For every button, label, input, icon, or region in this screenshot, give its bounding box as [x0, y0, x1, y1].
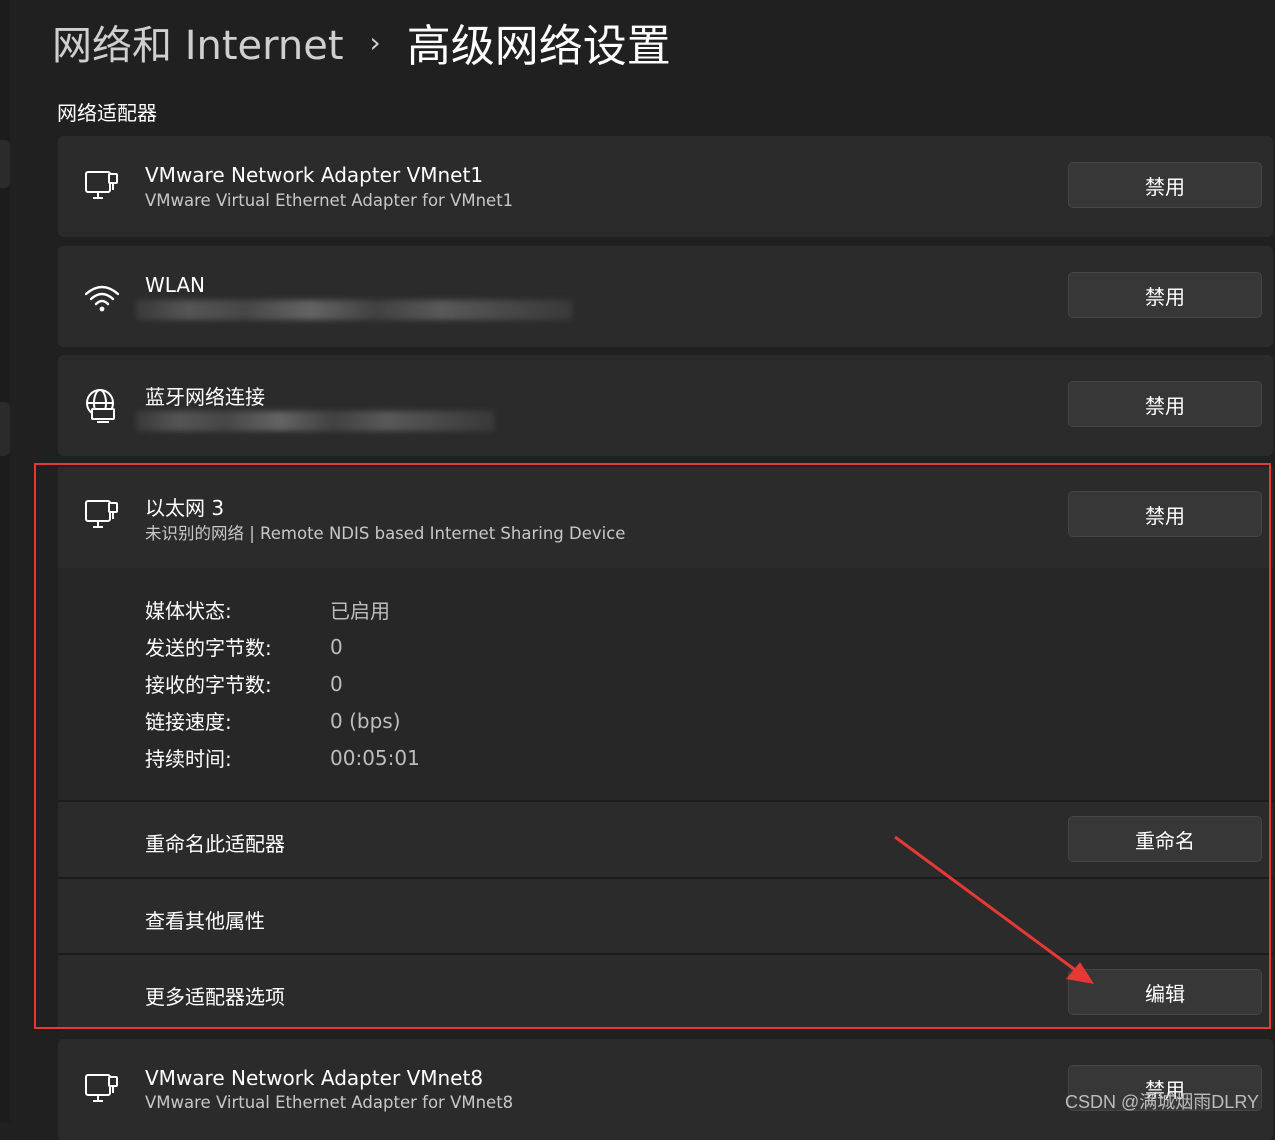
disable-button[interactable]: 禁用 [1068, 491, 1262, 537]
left-nav-edge [0, 0, 10, 1122]
adapter-name: 蓝牙网络连接 [145, 385, 265, 409]
ethernet-icon [85, 171, 118, 199]
property-label: 媒体状态: [145, 599, 232, 623]
rename-button[interactable]: 重命名 [1068, 816, 1262, 862]
property-label: 发送的字节数: [145, 636, 272, 660]
disable-button[interactable]: 禁用 [1068, 381, 1262, 427]
property-value: 0 [330, 671, 343, 696]
property-label: 接收的字节数: [145, 673, 272, 697]
section-title: 网络适配器 [57, 101, 157, 125]
adapter-description: VMware Virtual Ethernet Adapter for VMne… [145, 191, 514, 210]
nav-item-edge[interactable] [0, 402, 10, 456]
property-row: 持续时间: 00:05:01 [145, 739, 420, 776]
property-value: 已启用 [330, 599, 390, 623]
adapter-description: 未识别的网络 | Remote NDIS based Internet Shar… [145, 524, 626, 543]
page-title: 高级网络设置 [406, 21, 671, 72]
ethernet-icon [85, 1074, 118, 1102]
wifi-icon [84, 285, 120, 312]
breadcrumb: 网络和 Internet › 高级网络设置 [52, 13, 671, 72]
adapter-card-vmnet1[interactable]: VMware Network Adapter VMnet1 VMware Vir… [58, 136, 1273, 237]
globe-network-icon [86, 389, 115, 423]
adapter-card-bluetooth[interactable]: 蓝牙网络连接 禁用 [58, 355, 1273, 456]
more-adapter-options-row: 更多适配器选项 编辑 [58, 955, 1273, 1029]
nav-item-edge[interactable] [0, 140, 10, 188]
adapter-name: VMware Network Adapter VMnet8 [145, 1066, 484, 1090]
more-adapter-options-label: 更多适配器选项 [145, 985, 285, 1009]
adapter-header[interactable]: 以太网 3 未识别的网络 | Remote NDIS based Interne… [58, 467, 1273, 568]
adapter-name: 以太网 3 [145, 496, 225, 520]
property-row: 媒体状态: 已启用 [145, 591, 420, 628]
view-properties-label[interactable]: 查看其他属性 [145, 905, 265, 934]
property-value: 00:05:01 [330, 745, 420, 770]
property-value: 0 [330, 634, 343, 659]
property-label: 持续时间: [145, 747, 232, 771]
chevron-right-icon: › [369, 25, 381, 59]
disable-button[interactable]: 禁用 [1068, 272, 1262, 318]
disable-button[interactable]: 禁用 [1068, 162, 1262, 208]
property-label: 链接速度: [145, 710, 232, 734]
ethernet-icon [85, 500, 118, 528]
adapter-properties: 媒体状态: 已启用 发送的字节数: 0 接收的字节数: 0 链接速度: 0 (b… [145, 591, 420, 776]
rename-adapter-row: 重命名此适配器 重命名 [58, 802, 1273, 877]
edit-button[interactable]: 编辑 [1068, 969, 1262, 1015]
adapter-card-wlan[interactable]: WLAN 禁用 [58, 246, 1273, 347]
property-row: 接收的字节数: 0 [145, 665, 420, 702]
property-row: 发送的字节数: 0 [145, 628, 420, 665]
adapter-name: WLAN [145, 273, 206, 297]
view-properties-row[interactable]: 查看其他属性 [58, 879, 1273, 953]
redacted-description [136, 300, 572, 320]
rename-adapter-label: 重命名此适配器 [145, 832, 285, 856]
property-value: 0 (bps) [330, 708, 401, 733]
adapter-card-ethernet3-expanded: 以太网 3 未识别的网络 | Remote NDIS based Interne… [58, 467, 1273, 1029]
breadcrumb-parent[interactable]: 网络和 Internet [52, 13, 344, 71]
adapter-description: VMware Virtual Ethernet Adapter for VMne… [145, 1093, 514, 1112]
property-row: 链接速度: 0 (bps) [145, 702, 420, 739]
watermark: CSDN @满城烟雨DLRY [1065, 1092, 1259, 1112]
redacted-description [136, 411, 494, 431]
adapter-name: VMware Network Adapter VMnet1 [145, 163, 484, 187]
